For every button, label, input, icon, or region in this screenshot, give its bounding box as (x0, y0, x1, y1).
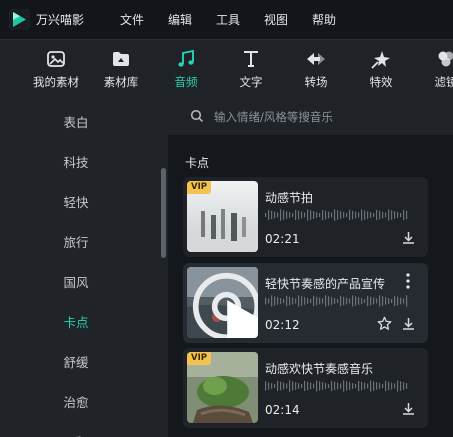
track-thumbnail[interactable]: VIP (187, 352, 258, 423)
track-duration: 02:14 (265, 403, 300, 417)
title-bar: 万兴喵影 文件 编辑 工具 视图 帮助 (0, 0, 453, 39)
category-partial[interactable]: 乐 (0, 432, 152, 437)
category-healing[interactable]: 治愈 (0, 392, 152, 411)
tab-my-media[interactable]: 我的素材 (28, 40, 84, 98)
category-light[interactable]: 轻快 (0, 192, 152, 211)
download-icon[interactable] (401, 230, 416, 245)
vip-badge: VIP (187, 352, 211, 365)
tab-text-label: 文字 (239, 74, 263, 89)
tab-text[interactable]: 文字 (233, 40, 269, 98)
track-thumbnail[interactable]: VIP (187, 181, 258, 252)
track-title: 轻快节奏感的产品宣传 (265, 277, 386, 291)
track-title: 动感节拍 (265, 191, 314, 205)
stock-library-icon (113, 51, 129, 66)
track-card[interactable]: VIP 动感欢快节奏感音乐 02:14 (183, 348, 428, 428)
menu-tools[interactable]: 工具 (216, 11, 240, 28)
music-note-icon (178, 49, 194, 67)
app-name: 万兴喵影 (36, 13, 85, 27)
track-duration: 02:21 (265, 232, 300, 246)
tab-transitions-label: 转场 (304, 74, 328, 89)
category-chinese-style[interactable]: 国风 (0, 272, 152, 291)
category-sidebar: 表白 科技 轻快 旅行 国风 卡点 舒缓 治愈 乐 (0, 97, 168, 437)
app-logo (9, 9, 30, 30)
track-duration: 02:12 (265, 318, 300, 332)
track-thumbnail[interactable] (187, 267, 258, 338)
tab-stock-library-label: 素材库 (103, 74, 139, 89)
track-title: 动感欢快节奏感音乐 (265, 362, 374, 376)
vip-badge: VIP (187, 181, 211, 194)
waveform (265, 295, 408, 307)
play-icon[interactable] (213, 293, 258, 338)
waveform (265, 209, 408, 221)
search-bar[interactable]: 输入情绪/风格等搜音乐 (168, 97, 453, 135)
menu-view[interactable]: 视图 (264, 11, 288, 28)
search-input[interactable]: 输入情绪/风格等搜音乐 (214, 109, 333, 125)
tab-transitions[interactable]: 转场 (298, 40, 334, 98)
menu-file[interactable]: 文件 (120, 11, 144, 28)
tab-effects-label: 特效 (369, 74, 393, 89)
download-icon[interactable] (401, 401, 416, 416)
track-card[interactable]: 轻快节奏感的产品宣传 02:12 (183, 263, 428, 343)
sidebar-scrollbar[interactable] (161, 168, 166, 258)
tab-effects[interactable]: 特效 (363, 40, 399, 98)
download-icon[interactable] (401, 316, 416, 331)
filter-icon (438, 51, 453, 66)
more-options-icon[interactable] (405, 273, 411, 289)
effects-icon (371, 50, 390, 69)
waveform (265, 380, 408, 392)
transition-icon (307, 52, 325, 65)
tab-audio-label: 音频 (174, 74, 198, 89)
category-confession[interactable]: 表白 (0, 112, 152, 131)
category-beat-sync[interactable]: 卡点 (0, 312, 152, 331)
tab-my-media-label: 我的素材 (33, 74, 79, 89)
category-soothing[interactable]: 舒缓 (0, 352, 152, 371)
category-tech[interactable]: 科技 (0, 152, 152, 171)
track-card[interactable]: VIP 动感节拍 02:21 (183, 177, 428, 257)
tab-stock-library[interactable]: 素材库 (98, 40, 144, 98)
tab-audio[interactable]: 音频 (168, 40, 204, 98)
my-media-icon (47, 50, 65, 67)
tab-filters[interactable]: 滤镜 (428, 40, 453, 98)
text-icon (244, 50, 258, 67)
tab-filters-label: 滤镜 (434, 74, 453, 89)
favorite-star-icon[interactable] (377, 316, 392, 331)
menu-help[interactable]: 帮助 (312, 11, 336, 28)
media-toolbar: 我的素材 素材库 音频 文字 转场 特效 滤镜 (0, 39, 453, 97)
menu-edit[interactable]: 编辑 (168, 11, 192, 28)
category-travel[interactable]: 旅行 (0, 232, 152, 251)
audio-browser: 输入情绪/风格等搜音乐 卡点 VIP 动感节拍 02:21 轻快节奏感的产品宣传… (168, 97, 453, 437)
section-title: 卡点 (185, 156, 210, 170)
search-icon (190, 109, 204, 123)
